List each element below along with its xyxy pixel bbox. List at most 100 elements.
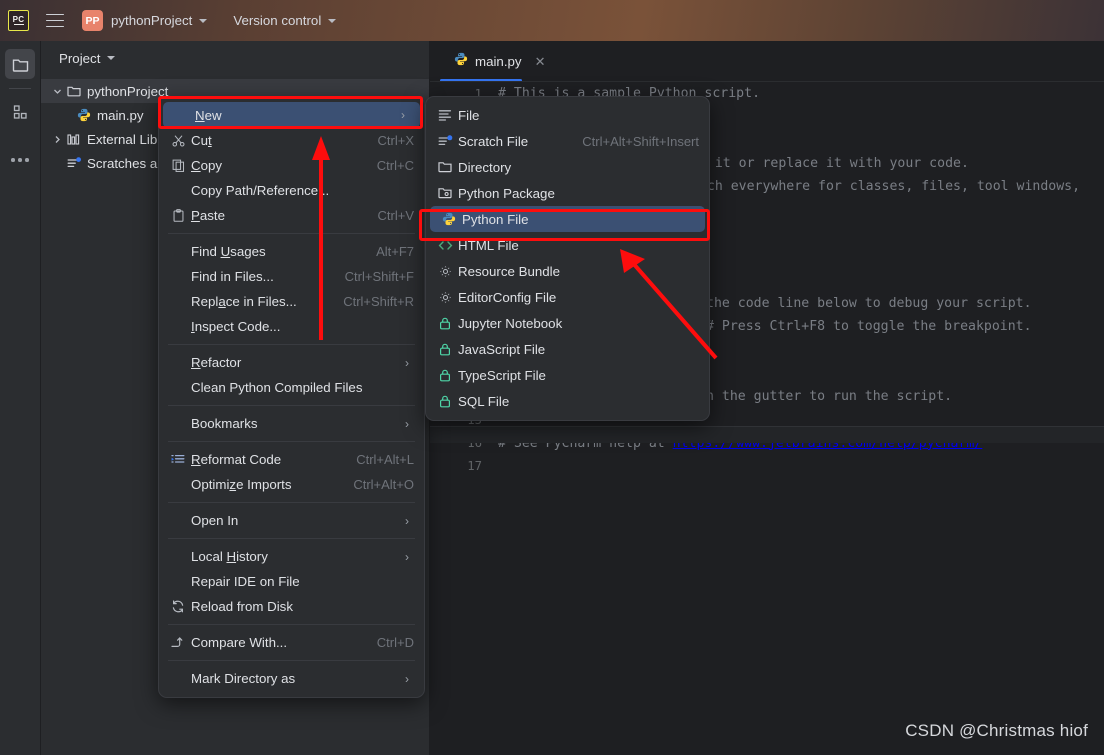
submenu-item-file[interactable]: File xyxy=(426,102,709,128)
menu-item-refactor[interactable]: Refactor › xyxy=(159,350,424,375)
chevron-down-icon xyxy=(107,56,116,60)
menu-item-find-in-files[interactable]: Find in Files... Ctrl+Shift+F xyxy=(159,264,424,289)
python-package-icon xyxy=(432,187,458,199)
submenu-item-label: HTML File xyxy=(458,237,519,253)
menu-item-mark-directory-as[interactable]: Mark Directory as › xyxy=(159,666,424,691)
menu-shortcut: Ctrl+C xyxy=(376,158,414,173)
submenu-item-scratch-file[interactable]: Scratch File Ctrl+Alt+Shift+Insert xyxy=(426,128,709,154)
menu-item-reformat-code[interactable]: Reformat Code Ctrl+Alt+L xyxy=(159,447,424,472)
menu-shortcut: Ctrl+Alt+O xyxy=(353,477,414,492)
chevron-right-icon[interactable] xyxy=(49,135,65,144)
menu-item-label: Clean Python Compiled Files xyxy=(191,380,363,395)
submenu-item-typescript-file[interactable]: TypeScript File xyxy=(426,362,709,388)
menu-item-open-in[interactable]: Open In › xyxy=(159,508,424,533)
menu-item-label: Open In xyxy=(191,513,239,528)
submenu-item-html-file[interactable]: HTML File xyxy=(426,232,709,258)
menu-item-paste[interactable]: Paste Ctrl+V xyxy=(159,203,424,228)
menu-item-local-history[interactable]: Local History › xyxy=(159,544,424,569)
menu-shortcut: Ctrl+Alt+Shift+Insert xyxy=(582,133,699,149)
page-title: Project xyxy=(59,50,101,66)
menu-item-new[interactable]: New › xyxy=(163,102,420,128)
submenu-item-label: Python Package xyxy=(458,185,555,201)
menu-item-label: Bookmarks xyxy=(191,416,258,431)
submenu-item-sql-file[interactable]: SQL File xyxy=(426,388,709,414)
menu-item-label: Compare With... xyxy=(191,635,288,650)
project-badge: PP xyxy=(82,10,103,31)
version-control-label: Version control xyxy=(233,13,322,28)
html-file-icon xyxy=(432,240,458,251)
chevron-right-icon: › xyxy=(405,671,409,686)
menu-item-replace-in-files[interactable]: Replace in Files... Ctrl+Shift+R xyxy=(159,289,424,314)
menu-item-label: Mark Directory as xyxy=(191,671,296,686)
editor-collapsed-band xyxy=(430,427,1104,443)
submenu-item-label: Directory xyxy=(458,159,512,175)
hamburger-menu-icon[interactable] xyxy=(46,13,64,28)
chevron-right-icon: › xyxy=(405,549,409,564)
menu-separator xyxy=(168,344,415,345)
project-name-dropdown[interactable]: pythonProject xyxy=(111,13,208,28)
chevron-right-icon: › xyxy=(405,355,409,370)
folder-icon xyxy=(65,85,83,97)
editor-tab-main-py[interactable]: main.py ✕ xyxy=(448,41,551,82)
editor-tab-bar: main.py ✕ xyxy=(430,41,1104,82)
scratch-file-icon xyxy=(432,134,458,148)
menu-item-copy-path-reference[interactable]: Copy Path/Reference... xyxy=(159,178,424,203)
resource-bundle-icon xyxy=(432,265,458,278)
submenu-item-javascript-file[interactable]: JavaScript File xyxy=(426,336,709,362)
submenu-item-editorconfig-file[interactable]: EditorConfig File xyxy=(426,284,709,310)
version-control-dropdown[interactable]: Version control xyxy=(233,13,337,28)
submenu-item-label: File xyxy=(458,107,480,123)
lock-icon xyxy=(432,343,458,356)
menu-item-copy[interactable]: Copy Ctrl+C xyxy=(159,153,424,178)
project-name-label: pythonProject xyxy=(111,13,193,28)
menu-item-new-label-rest: ew xyxy=(204,107,222,123)
menu-item-find-usages[interactable]: Find Usages Alt+F7 xyxy=(159,239,424,264)
menu-item-label: Find in Files... xyxy=(191,269,274,284)
tree-item-label: main.py xyxy=(97,107,144,123)
chevron-down-icon[interactable] xyxy=(49,87,65,96)
menu-shortcut: Ctrl+V xyxy=(377,208,414,223)
main-toolbar: PC PP pythonProject Version control xyxy=(0,0,1104,41)
submenu-item-directory[interactable]: Directory xyxy=(426,154,709,180)
code-line: 17 xyxy=(430,455,1104,478)
menu-item-inspect-code[interactable]: Inspect Code... xyxy=(159,314,424,339)
submenu-item-label: SQL File xyxy=(458,393,510,409)
more-dots-icon xyxy=(11,158,29,162)
menu-shortcut: Ctrl+Alt+L xyxy=(356,452,414,467)
menu-separator xyxy=(168,538,415,539)
library-icon xyxy=(65,133,83,146)
lock-icon xyxy=(432,369,458,382)
sidebar-item-project[interactable] xyxy=(5,49,35,79)
submenu-item-python-package[interactable]: Python Package xyxy=(426,180,709,206)
menu-item-repair-ide-on-file[interactable]: Repair IDE on File xyxy=(159,569,424,594)
sidebar-item-more[interactable] xyxy=(5,145,35,175)
scratches-icon xyxy=(65,156,83,170)
tool-window-rail xyxy=(0,41,41,755)
menu-item-bookmarks[interactable]: Bookmarks › xyxy=(159,411,424,436)
line-number: 17 xyxy=(467,459,482,474)
menu-shortcut: Ctrl+Shift+F xyxy=(344,269,414,284)
menu-item-compare-with[interactable]: Compare With... Ctrl+D xyxy=(159,630,424,655)
editor-tab-label: main.py xyxy=(475,54,522,69)
close-icon[interactable]: ✕ xyxy=(535,54,546,70)
menu-item-optimize-imports[interactable]: Optimize Imports Ctrl+Alt+O xyxy=(159,472,424,497)
watermark: CSDN @Christmas hiof xyxy=(905,721,1088,740)
submenu-item-resource-bundle[interactable]: Resource Bundle xyxy=(426,258,709,284)
sidebar-item-structure[interactable] xyxy=(5,97,35,127)
submenu-item-python-file[interactable]: Python File xyxy=(430,206,705,232)
menu-separator xyxy=(168,624,415,625)
new-submenu: File Scratch File Ctrl+Alt+Shift+Insert … xyxy=(425,96,710,421)
editorconfig-icon xyxy=(432,291,458,304)
python-file-icon xyxy=(436,212,462,226)
clipboard-icon xyxy=(165,209,191,222)
menu-item-clean-python-compiled-files[interactable]: Clean Python Compiled Files xyxy=(159,375,424,400)
submenu-item-jupyter-notebook[interactable]: Jupyter Notebook xyxy=(426,310,709,336)
menu-item-label: Copy Path/Reference... xyxy=(191,183,330,198)
structure-icon xyxy=(13,105,27,119)
menu-item-reload-from-disk[interactable]: Reload from Disk xyxy=(159,594,424,619)
project-panel-header[interactable]: Project xyxy=(41,41,429,75)
compare-icon xyxy=(165,636,191,649)
menu-item-cut[interactable]: Cut Ctrl+X xyxy=(159,128,424,153)
chevron-right-icon: › xyxy=(405,513,409,528)
lock-icon xyxy=(432,395,458,408)
